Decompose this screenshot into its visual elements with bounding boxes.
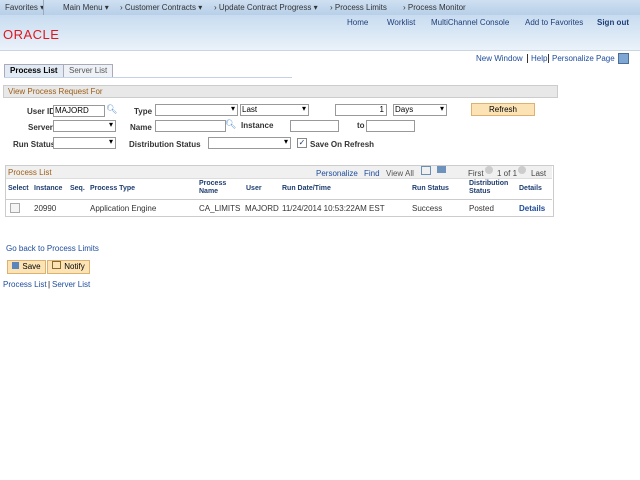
tab-server-list[interactable]: Server List [63, 64, 114, 78]
distribution-status-select[interactable] [208, 137, 291, 149]
save-icon [12, 262, 20, 269]
cell-process-type: Application Engine [90, 204, 157, 213]
period-select[interactable]: Last [240, 104, 309, 116]
col-distribution-status: Distribution Status [469, 180, 509, 195]
name-label: Name [130, 123, 152, 132]
instance-to-input[interactable] [366, 120, 415, 132]
type-select[interactable] [155, 104, 238, 116]
cell-run-status: Success [412, 204, 443, 213]
col-process-type: Process Type [90, 185, 136, 192]
cell-process-name: CA_LIMITS [199, 204, 241, 213]
worklist-link[interactable]: Worklist [387, 18, 415, 27]
row-select-checkbox[interactable] [10, 203, 20, 213]
multichannel-console-link[interactable]: MultiChannel Console [431, 18, 509, 27]
refresh-button[interactable]: Refresh [471, 103, 535, 116]
distribution-status-label: Distribution Status [129, 140, 201, 149]
user-id-label: User ID [27, 107, 56, 116]
breadcrumb-process-monitor[interactable]: › Process Monitor [403, 3, 466, 12]
home-link[interactable]: Home [347, 18, 368, 27]
sign-out-link[interactable]: Sign out [597, 18, 629, 27]
footer-server-list-link[interactable]: Server List [52, 280, 90, 289]
breadcrumb-update-contract-progress[interactable]: › Update Contract Progress ▾ [214, 3, 318, 12]
save-label: Save [22, 262, 41, 271]
view-all-link[interactable]: View All [386, 169, 414, 178]
main-menu[interactable]: Main Menu ▾ [63, 3, 109, 12]
oracle-logo: ORACLE [3, 27, 60, 42]
go-back-link[interactable]: Go back to Process Limits [6, 244, 99, 253]
notify-icon [52, 261, 62, 269]
personalize-page-link[interactable]: Personalize Page [548, 54, 615, 63]
server-label: Server [28, 123, 53, 132]
cell-distribution-status: Posted [469, 204, 494, 213]
save-on-refresh-label: Save On Refresh [310, 140, 375, 149]
tab-underline [4, 77, 292, 78]
cell-run-datetime: 11/24/2014 10:53:22AM EST [282, 204, 385, 213]
download-icon[interactable] [437, 166, 446, 173]
cell-user: MAJORD [245, 204, 279, 213]
col-select: Select [8, 185, 29, 192]
layout-icon[interactable] [618, 53, 629, 64]
unit-select[interactable]: Days [393, 104, 447, 116]
instance-from-input[interactable] [290, 120, 339, 132]
next-icon[interactable] [518, 166, 526, 174]
col-run-status: Run Status [412, 185, 449, 192]
col-instance: Instance [34, 185, 63, 192]
server-select[interactable] [53, 120, 116, 132]
add-to-favorites-link[interactable]: Add to Favorites [525, 18, 583, 27]
lookup-icon[interactable]: 🔍︎ [225, 119, 236, 130]
menu-bar: Favorites ▾ Main Menu ▾ › Customer Contr… [0, 0, 640, 15]
details-link[interactable]: Details [519, 204, 545, 213]
favorites-menu[interactable]: Favorites ▾ [5, 3, 44, 12]
to-label: to [357, 121, 365, 130]
new-window-link[interactable]: New Window [476, 54, 523, 63]
lookup-icon[interactable]: 🔍︎ [106, 104, 117, 115]
save-on-refresh-checkbox[interactable]: ✓ [297, 138, 307, 148]
col-run-datetime: Run Date/Time [282, 185, 331, 192]
grid-title: Process List [8, 168, 52, 177]
col-seq: Seq. [70, 185, 85, 192]
footer-process-list-link[interactable]: Process List [3, 280, 47, 289]
footer-separator: | [48, 280, 51, 289]
notify-button[interactable]: Notify [47, 260, 90, 274]
instance-label: Instance [241, 121, 274, 130]
divider [43, 0, 44, 15]
col-details: Details [519, 185, 542, 192]
name-input[interactable] [155, 120, 226, 132]
run-status-select[interactable] [53, 137, 116, 149]
breadcrumb-customer-contracts[interactable]: › Customer Contracts ▾ [120, 3, 202, 12]
last-label[interactable]: Last [531, 169, 546, 178]
first-label[interactable]: First [468, 169, 484, 178]
notify-label: Notify [64, 262, 85, 271]
col-user: User [246, 185, 262, 192]
section-header: View Process Request For [3, 85, 558, 98]
tab-process-list[interactable]: Process List [4, 64, 64, 78]
zoom-grid-icon[interactable] [421, 166, 431, 175]
count-input[interactable]: 1 [335, 104, 387, 116]
save-button[interactable]: Save [7, 260, 46, 274]
type-label: Type [134, 107, 153, 116]
breadcrumb-process-limits[interactable]: › Process Limits [330, 3, 387, 12]
find-link[interactable]: Find [364, 169, 380, 178]
previous-icon[interactable] [485, 166, 493, 174]
run-status-label: Run Status [13, 140, 56, 149]
user-id-input[interactable]: MAJORD [53, 105, 105, 117]
pager-text: 1 of 1 [497, 169, 518, 178]
personalize-link[interactable]: Personalize [316, 169, 358, 178]
help-link[interactable]: Help [527, 54, 547, 63]
col-process-name: Process Name [199, 180, 227, 195]
cell-instance: 20990 [34, 204, 57, 213]
